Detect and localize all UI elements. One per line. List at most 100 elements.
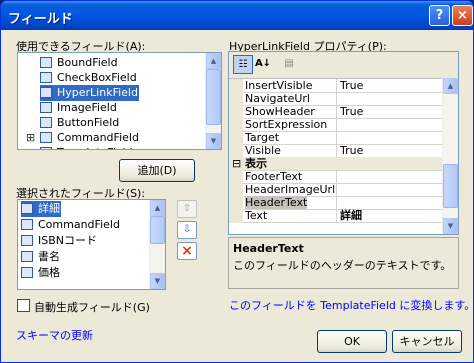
scroll-down-button[interactable]: ▼	[150, 273, 165, 289]
selected-field-item[interactable]: 詳細	[21, 201, 61, 217]
scroll-thumb[interactable]	[150, 216, 165, 244]
property-value[interactable]: 詳細	[336, 209, 443, 222]
property-row-margin	[229, 105, 243, 119]
property-row[interactable]: Visible True	[229, 144, 442, 158]
property-category[interactable]: ⊟ 表示	[229, 157, 442, 171]
move-up-button[interactable]: ⇧	[177, 200, 197, 218]
categorized-icon: ☷	[238, 59, 248, 70]
selected-fields-scrollbar[interactable]: ▲ ▼	[149, 200, 165, 289]
bound-field-icon	[21, 267, 33, 278]
categorized-button[interactable]: ☷	[233, 55, 253, 74]
property-description-panel: HeaderText このフィールドのヘッダーのテキストです。	[228, 237, 459, 289]
available-field-item-label: CommandField	[57, 131, 139, 144]
available-field-item-label: CheckBoxField	[57, 71, 137, 84]
ok-button[interactable]: OK	[317, 330, 387, 353]
selected-field-item[interactable]: 価格	[21, 265, 61, 281]
window-title: フィールド	[8, 12, 73, 27]
description-title: HeaderText	[233, 242, 304, 255]
property-value[interactable]	[336, 92, 443, 105]
move-down-button[interactable]: ⇩	[177, 221, 197, 239]
close-button[interactable]: ×	[452, 5, 473, 26]
selected-field-item-label: ISBNコード	[38, 234, 98, 247]
property-row-margin	[229, 144, 243, 158]
property-value[interactable]	[336, 170, 443, 183]
property-row-margin	[229, 79, 243, 93]
convert-to-template-link[interactable]: このフィールドを TemplateField に変換します。	[229, 297, 473, 313]
available-field-item[interactable]: ButtonField	[40, 115, 120, 131]
selected-field-item-label: CommandField	[38, 218, 120, 231]
property-row-margin	[229, 131, 243, 145]
property-name: HeaderText	[245, 196, 308, 209]
property-name: SortExpression	[245, 118, 328, 131]
property-row[interactable]: SortExpression	[229, 118, 442, 132]
refresh-schema-link[interactable]: スキーマの更新	[16, 327, 93, 343]
property-name: NavigateUrl	[245, 92, 310, 105]
property-row-margin	[229, 170, 243, 184]
template-field-icon	[40, 147, 52, 149]
delete-icon: ×	[181, 243, 193, 259]
auto-generate-label[interactable]: 自動生成フィールド(G)	[34, 299, 150, 315]
available-field-item[interactable]: TemplateField	[40, 145, 134, 149]
arrow-up-icon: ⇧	[182, 203, 192, 214]
hyperlink-field-icon	[40, 87, 52, 98]
property-grid-scrollbar[interactable]: ▲ ▼	[442, 78, 458, 234]
alphabetical-button[interactable]: A↓	[253, 55, 273, 74]
image-field-icon	[40, 102, 52, 113]
expand-icon[interactable]: ⊞	[26, 130, 35, 146]
property-value[interactable]: True	[336, 79, 443, 92]
property-pages-button[interactable]: ▤	[279, 55, 299, 74]
bound-field-icon	[40, 57, 52, 68]
property-value[interactable]	[336, 183, 443, 196]
description-text: このフィールドのヘッダーのテキストです。	[233, 259, 452, 272]
add-button[interactable]: 追加(D)	[119, 159, 195, 182]
available-field-item[interactable]: CheckBoxField	[40, 70, 138, 86]
property-grid[interactable]: ☷ A↓ ▤ InsertVisible True NavigateUrl ShowH…	[228, 51, 459, 235]
property-name: ShowHeader	[245, 105, 315, 118]
available-field-item[interactable]: ⊞ CommandField	[26, 130, 140, 146]
scroll-down-button[interactable]: ▼	[443, 218, 458, 234]
sort-alpha-icon: A↓	[254, 58, 272, 69]
available-field-item[interactable]: HyperLinkField	[40, 85, 139, 101]
available-fields-tree[interactable]: BoundField CheckBoxField HyperLinkField Ima…	[17, 52, 222, 150]
scroll-down-button[interactable]: ▼	[206, 133, 221, 149]
cancel-button[interactable]: キャンセル	[392, 330, 462, 353]
property-value[interactable]	[336, 131, 443, 144]
scroll-up-button[interactable]: ▲	[443, 78, 458, 94]
property-row[interactable]: ShowHeader True	[229, 105, 442, 119]
scroll-thumb[interactable]	[206, 69, 221, 125]
property-row[interactable]: FooterText	[229, 170, 442, 184]
property-value[interactable]: True	[336, 144, 443, 157]
arrow-down-icon: ⇩	[182, 224, 192, 235]
property-row[interactable]: Target	[229, 131, 442, 145]
checkbox-field-icon	[40, 72, 52, 83]
selected-field-item[interactable]: ISBNコード	[21, 233, 98, 249]
selected-field-item[interactable]: 書名	[21, 249, 61, 265]
help-button[interactable]: ?	[429, 5, 450, 26]
selected-fields-list[interactable]: 詳細 CommandField ISBNコード書名 価格 ▲ ▼	[17, 199, 166, 290]
property-row[interactable]: HeaderImageUrl	[229, 183, 442, 197]
property-row-margin	[229, 183, 243, 197]
property-name: Visible	[245, 144, 281, 157]
collapse-icon[interactable]: ⊟	[232, 157, 241, 170]
scroll-thumb[interactable]	[443, 164, 458, 208]
property-name: InsertVisible	[245, 79, 313, 92]
property-row[interactable]: Text 詳細	[229, 209, 442, 223]
delete-button[interactable]: ×	[177, 242, 197, 260]
selected-field-item[interactable]: CommandField	[21, 217, 121, 233]
available-fields-scrollbar[interactable]: ▲ ▼	[205, 53, 221, 149]
property-value[interactable]	[336, 118, 443, 131]
scroll-up-button[interactable]: ▲	[206, 53, 221, 69]
property-row[interactable]: InsertVisible True	[229, 79, 442, 93]
property-value[interactable]	[336, 196, 443, 209]
available-field-item-label: ImageField	[57, 101, 117, 114]
available-field-item[interactable]: ImageField	[40, 100, 118, 116]
property-row[interactable]: NavigateUrl	[229, 92, 442, 106]
auto-generate-checkbox[interactable]	[17, 299, 30, 312]
available-field-item-label: TemplateField	[56, 146, 134, 149]
scroll-up-button[interactable]: ▲	[150, 200, 165, 216]
property-row[interactable]: HeaderText	[229, 196, 442, 210]
available-field-item[interactable]: BoundField	[40, 55, 119, 71]
property-row-margin: ⊟	[229, 157, 243, 171]
property-value[interactable]: True	[336, 105, 443, 118]
property-row-margin	[229, 118, 243, 132]
